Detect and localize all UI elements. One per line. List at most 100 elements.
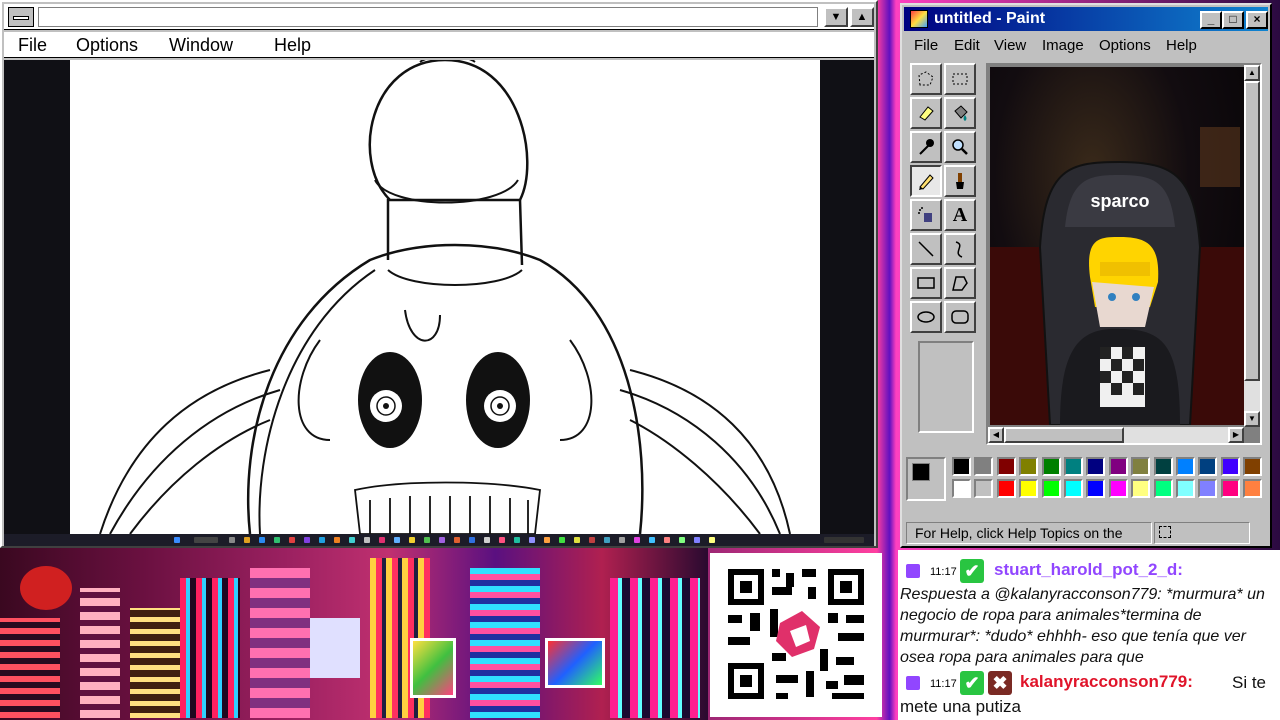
start-icon[interactable] [174,537,180,543]
vertical-scrollbar[interactable]: ▲ ▼ [1244,65,1260,427]
palette-swatch[interactable] [952,479,971,498]
taskbar-app-icon[interactable] [604,537,610,543]
palette-swatch[interactable] [974,479,994,498]
drawing-canvas-area[interactable] [4,60,874,534]
taskbar-app-icon[interactable] [229,537,235,543]
palette-swatch[interactable] [1019,457,1039,476]
magnifier-icon[interactable] [944,131,976,163]
pencil-icon[interactable] [910,165,942,197]
taskbar-app-icon[interactable] [634,537,640,543]
rect-select-icon[interactable] [944,63,976,95]
palette-swatch[interactable] [952,457,971,476]
paint-menu-file[interactable]: File [914,37,938,54]
taskbar-app-icon[interactable] [304,537,310,543]
taskbar-app-icon[interactable] [709,537,715,543]
foreground-color[interactable] [912,463,930,481]
paint-maximize-button[interactable]: □ [1222,11,1244,29]
palette-swatch[interactable] [1198,479,1218,498]
taskbar-app-icon[interactable] [244,537,250,543]
maximize-button[interactable]: ▲ [850,7,874,27]
palette-swatch[interactable] [1198,457,1218,476]
horizontal-scrollbar[interactable]: ◀ ▶ [988,427,1244,443]
system-menu-button[interactable] [8,7,34,27]
scroll-right-button[interactable]: ▶ [1228,427,1244,443]
eraser-icon[interactable] [910,97,942,129]
palette-swatch[interactable] [1064,457,1083,476]
taskbar-app-icon[interactable] [334,537,340,543]
palette-swatch[interactable] [1041,479,1061,498]
taskbar-app-icon[interactable] [469,537,475,543]
paint-minimize-button[interactable]: _ [1200,11,1222,29]
minimize-button[interactable]: ▼ [824,7,848,27]
taskbar-app-icon[interactable] [394,537,400,543]
polygon-icon[interactable] [944,267,976,299]
palette-swatch[interactable] [1220,457,1240,476]
taskbar-app-icon[interactable] [559,537,565,543]
palette-swatch[interactable] [1243,457,1263,476]
paint-menu-edit[interactable]: Edit [954,37,980,54]
taskbar-app-icon[interactable] [589,537,595,543]
scroll-left-button[interactable]: ◀ [988,427,1004,443]
taskbar-app-icon[interactable] [649,537,655,543]
ellipse-icon[interactable] [910,301,942,333]
palette-swatch[interactable] [1220,479,1240,498]
taskbar-app-icon[interactable] [619,537,625,543]
paint-menu-help[interactable]: Help [1166,37,1197,54]
taskbar-app-icon[interactable] [664,537,670,543]
chat-username[interactable]: stuart_harold_pot_2_d: [994,560,1183,580]
taskbar-app-icon[interactable] [289,537,295,543]
curve-icon[interactable] [944,233,976,265]
menu-options[interactable]: Options [76,35,138,56]
current-colors[interactable] [906,457,946,501]
palette-swatch[interactable] [974,457,994,476]
palette-swatch[interactable] [1108,479,1128,498]
taskbar-app-icon[interactable] [679,537,685,543]
free-select-icon[interactable] [910,63,942,95]
fill-icon[interactable] [944,97,976,129]
color-picker-icon[interactable] [910,131,942,163]
palette-swatch[interactable] [1086,457,1106,476]
rectangle-icon[interactable] [910,267,942,299]
brush-icon[interactable] [944,165,976,197]
taskbar-app-icon[interactable] [424,537,430,543]
taskbar-app-icon[interactable] [454,537,460,543]
taskbar-app-icon[interactable] [379,537,385,543]
menu-file[interactable]: File [18,35,47,56]
taskbar-app-icon[interactable] [574,537,580,543]
palette-swatch[interactable] [1131,479,1151,498]
scroll-down-button[interactable]: ▼ [1244,411,1260,427]
menu-help[interactable]: Help [274,35,311,56]
taskbar-app-icon[interactable] [439,537,445,543]
paint-menu-options[interactable]: Options [1099,37,1151,54]
paint-menu-view[interactable]: View [994,37,1026,54]
scroll-up-button[interactable]: ▲ [1244,65,1260,81]
taskbar-app-icon[interactable] [484,537,490,543]
taskbar-app-icon[interactable] [409,537,415,543]
palette-swatch[interactable] [1019,479,1039,498]
rounded-rect-icon[interactable] [944,301,976,333]
paint-close-button[interactable]: × [1246,11,1268,29]
airbrush-icon[interactable] [910,199,942,231]
taskbar-app-icon[interactable] [499,537,505,543]
chat-username[interactable]: kalanyracconson779: [1020,672,1193,692]
paint-menu-image[interactable]: Image [1042,37,1084,54]
tool-options-panel[interactable] [918,341,974,433]
system-tray[interactable] [824,537,864,543]
qr-code[interactable] [710,553,882,717]
palette-swatch[interactable] [1153,457,1173,476]
text-icon[interactable]: A [944,199,976,231]
taskbar-app-icon[interactable] [514,537,520,543]
palette-swatch[interactable] [1041,457,1061,476]
paint-image-viewport[interactable]: sparco ▲ ▼ ◀ ▶ [986,63,1262,445]
sketch-canvas[interactable] [70,60,820,534]
taskbar-app-icon[interactable] [319,537,325,543]
palette-swatch[interactable] [996,479,1016,498]
search-box[interactable] [194,537,218,543]
taskbar-app-icon[interactable] [544,537,550,543]
palette-swatch[interactable] [1176,479,1195,498]
taskbar-app-icon[interactable] [694,537,700,543]
taskbar-app-icon[interactable] [274,537,280,543]
palette-swatch[interactable] [1108,457,1128,476]
palette-swatch[interactable] [996,457,1016,476]
taskbar-app-icon[interactable] [364,537,370,543]
